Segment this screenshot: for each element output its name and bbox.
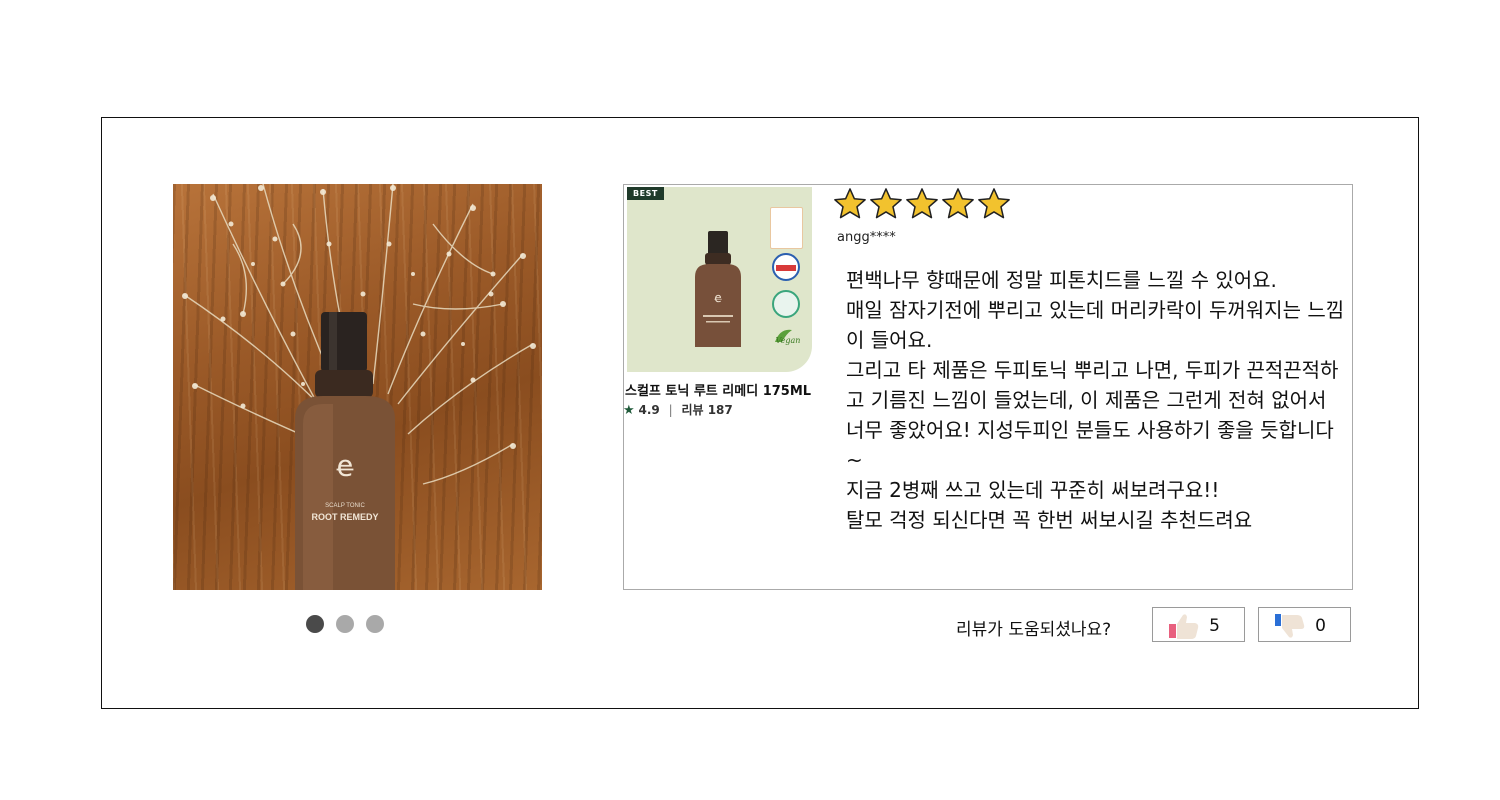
rating-star-icon xyxy=(834,188,866,219)
vegan-leaf-icon: Vegan xyxy=(772,326,804,346)
review-line: 그리고 타 제품은 두피토닉 뿌리고 나면, 두피가 끈적끈적하고 기름진 느낌… xyxy=(846,358,1339,472)
helpful-question: 리뷰가 도움되셨나요? xyxy=(956,620,1112,640)
svg-text:ꬳ: ꬳ xyxy=(714,291,722,306)
bottle-label-line1: SCALP TONIC xyxy=(325,503,365,509)
bottle-label-line2: ROOT REMEDY xyxy=(311,512,378,522)
review-rating-stars xyxy=(833,186,1011,222)
excellent-seal-icon xyxy=(772,253,800,281)
gallery-dot[interactable] xyxy=(306,615,324,633)
reviewer-name: angg**** xyxy=(837,230,896,245)
review-body: 편백나무 향때문에 정말 피톤치드를 느낄 수 있어요. 매일 잠자기전에 뿌리고… xyxy=(846,265,1346,535)
helpful-up-count: 5 xyxy=(1209,616,1220,636)
review-line: 지금 2병째 쓰고 있는데 꾸준히 써보려구요!! xyxy=(846,478,1220,502)
product-photo[interactable]: ꬳ SCALP TONIC ROOT REMEDY xyxy=(173,184,542,590)
product-review-count: 리뷰 187 xyxy=(681,403,733,417)
helpful-down-button[interactable]: 0 xyxy=(1258,607,1351,642)
rating-star-icon xyxy=(942,188,974,219)
best-badge: BEST xyxy=(627,187,664,200)
photo-illustration: ꬳ SCALP TONIC ROOT REMEDY xyxy=(182,184,536,590)
rating-star-icon xyxy=(978,188,1010,219)
gallery-dot[interactable] xyxy=(336,615,354,633)
helpful-up-button[interactable]: 5 xyxy=(1152,607,1245,642)
svg-text:Vegan: Vegan xyxy=(776,336,801,345)
product-rating-summary: ★ 4.9 | 리뷰 187 xyxy=(623,401,733,418)
review-line: 매일 잠자기전에 뿌리고 있는데 머리카락이 두꺼워지는 느낌이 들어요. xyxy=(846,298,1345,352)
award-badge-icon xyxy=(770,207,803,249)
review-line: 탈모 걱정 되신다면 꼭 한번 써보시길 추천드려요 xyxy=(846,508,1253,532)
rating-star-icon xyxy=(870,188,902,219)
rating-separator: | xyxy=(668,403,673,417)
gallery-dot[interactable] xyxy=(366,615,384,633)
review-line: 편백나무 향때문에 정말 피톤치드를 느낄 수 있어요. xyxy=(846,268,1277,292)
product-rating-value: 4.9 xyxy=(638,403,660,417)
gallery-pagination xyxy=(306,615,384,633)
eco-seal-icon xyxy=(772,290,800,318)
product-name[interactable]: 스컬프 토닉 루트 리메디 175ML xyxy=(625,380,811,399)
thumbs-down-icon xyxy=(1275,614,1305,638)
thumbs-up-icon xyxy=(1169,614,1199,639)
rating-star-icon xyxy=(906,188,938,219)
helpful-down-count: 0 xyxy=(1315,616,1326,636)
rating-star-icon: ★ xyxy=(623,403,635,418)
svg-text:ꬳ: ꬳ xyxy=(337,449,354,484)
